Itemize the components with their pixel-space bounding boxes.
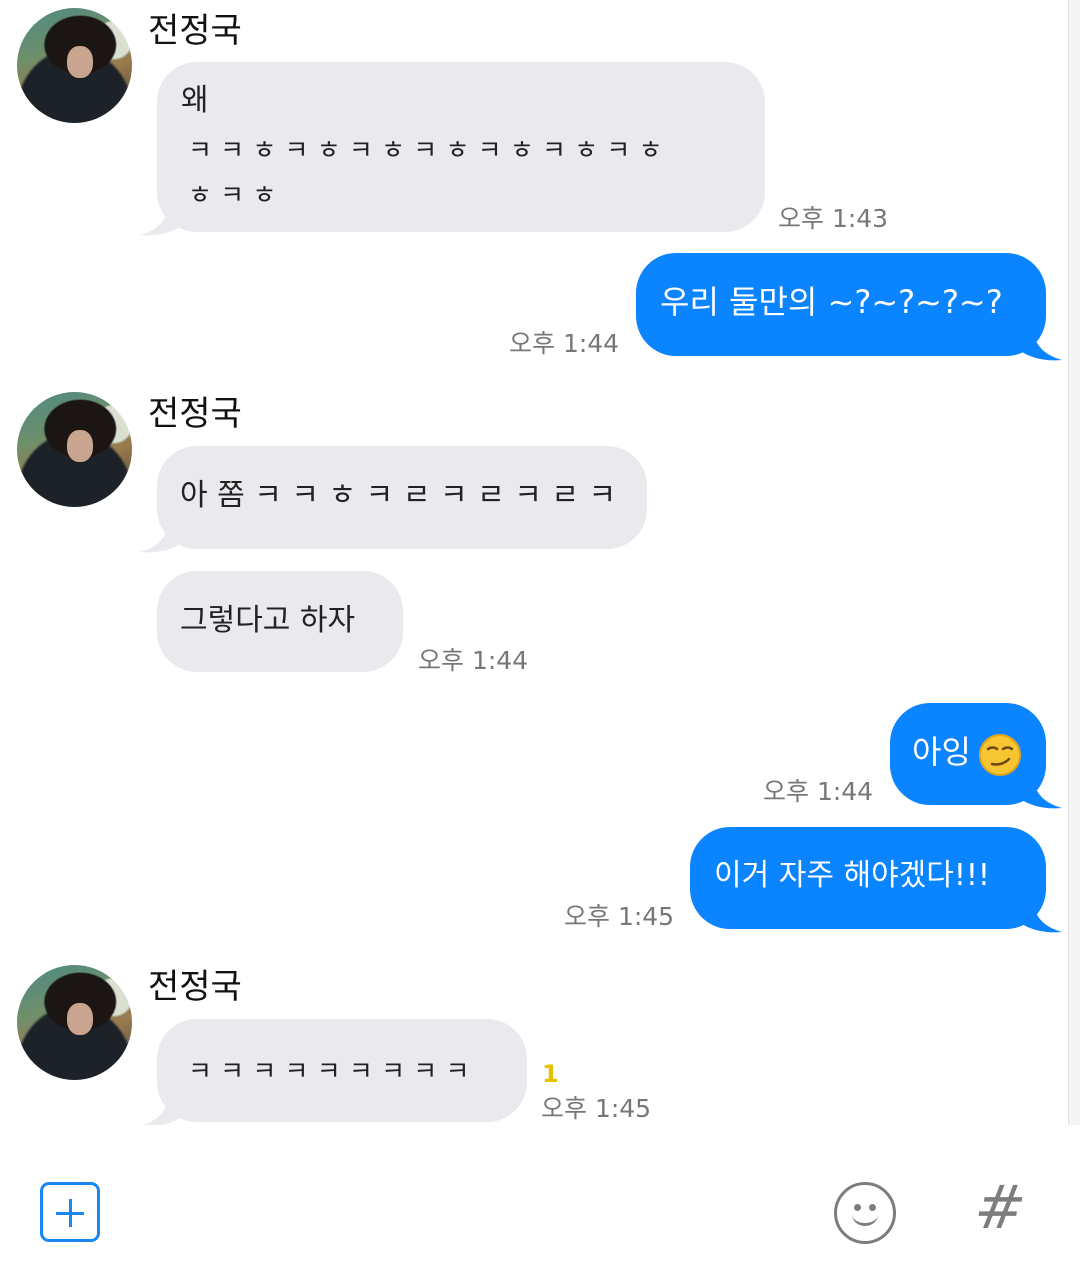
outgoing-message-bubble[interactable]: 아잉 xyxy=(890,703,1046,805)
incoming-message-bubble[interactable]: 왜 ㅋ ㅋ ㅎ ㅋ ㅎ ㅋ ㅎ ㅋ ㅎ ㅋ ㅎ ㅋ ㅎ ㅋ ㅎ ㅎ ㅋ ㅎ xyxy=(157,62,765,232)
message-text: 아 쫌 ㅋ ㅋ ㅎ ㅋ ㄹ ㅋ ㄹ ㅋ ㄹ ㅋ xyxy=(180,478,617,513)
message-time: 오후 1:45 xyxy=(564,902,675,931)
outgoing-message-bubble[interactable]: 이거 자주 해야겠다!!! xyxy=(690,827,1046,929)
hashtag-icon[interactable]: # xyxy=(970,1173,1030,1243)
input-toolbar xyxy=(0,1125,1080,1285)
contact-name: 전정국 xyxy=(148,967,242,1007)
smirking-face-icon xyxy=(979,734,1021,776)
incoming-message-bubble[interactable]: 아 쫌 ㅋ ㅋ ㅎ ㅋ ㄹ ㅋ ㄹ ㅋ ㄹ ㅋ xyxy=(157,446,647,549)
contact-name: 전정국 xyxy=(148,394,242,434)
message-line: ㅋ ㅋ ㅎ ㅋ ㅎ ㅋ ㅎ ㅋ ㅎ ㅋ ㅎ ㅋ ㅎ ㅋ ㅎ xyxy=(188,136,663,166)
message-text: ㅋ ㅋ ㅋ ㅋ ㅋ ㅋ ㅋ ㅋ ㅋ xyxy=(188,1057,470,1087)
message-line: ㅎ ㅋ ㅎ xyxy=(188,181,277,211)
incoming-message-bubble[interactable]: ㅋ ㅋ ㅋ ㅋ ㅋ ㅋ ㅋ ㅋ ㅋ xyxy=(157,1019,527,1122)
unread-count: 1 xyxy=(542,1060,559,1088)
message-time: 오후 1:45 xyxy=(541,1094,652,1123)
message-text: 이거 자주 해야겠다!!! xyxy=(714,858,990,893)
message-time: 오후 1:44 xyxy=(509,329,620,358)
message-time: 오후 1:43 xyxy=(778,204,889,233)
message-text: 아잉 xyxy=(912,733,971,771)
scrollbar[interactable] xyxy=(1068,0,1080,1125)
smiley-icon[interactable] xyxy=(834,1182,896,1244)
message-time: 오후 1:44 xyxy=(763,777,874,806)
contact-name: 전정국 xyxy=(148,11,242,51)
message-time: 오후 1:44 xyxy=(418,646,529,675)
message-line: 왜 xyxy=(181,83,209,118)
contact-avatar[interactable] xyxy=(17,965,132,1080)
plus-square-icon[interactable] xyxy=(40,1182,100,1242)
message-text: 우리 둘만의 ~?~?~?~? xyxy=(660,283,1003,321)
message-text: 그렇다고 하자 xyxy=(180,603,356,638)
contact-avatar[interactable] xyxy=(17,8,132,123)
outgoing-message-bubble[interactable]: 우리 둘만의 ~?~?~?~? xyxy=(636,253,1046,356)
incoming-message-bubble[interactable]: 그렇다고 하자 xyxy=(157,571,403,672)
contact-avatar[interactable] xyxy=(17,392,132,507)
